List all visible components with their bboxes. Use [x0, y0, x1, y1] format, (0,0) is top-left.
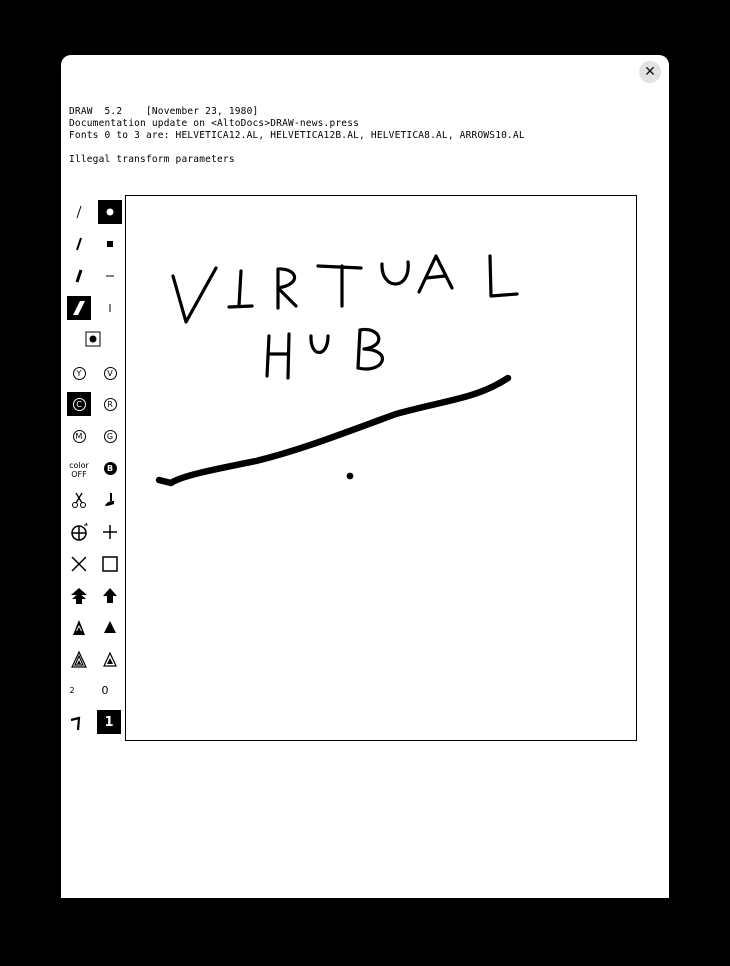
stroke-letter-6b	[424, 274, 447, 280]
stroke-letter-7	[488, 254, 519, 298]
brush-m-label: M	[72, 429, 86, 443]
double-arrow-up-icon[interactable]	[67, 584, 91, 608]
stroke-letter-2b	[227, 304, 254, 309]
brush-v-option[interactable]: V	[98, 361, 122, 385]
font-one-label: 1	[104, 714, 114, 730]
stroke-letter-8a	[265, 334, 271, 378]
fonts-line: Fonts 0 to 3 are: HELVETICA12.AL, HELVET…	[69, 130, 525, 141]
line-width-2-tool[interactable]	[67, 232, 91, 256]
brush-c-label: C	[72, 397, 86, 411]
dot-brush-tool[interactable]	[81, 327, 105, 351]
crosshair-circle-icon[interactable]	[67, 520, 91, 544]
brush-b-label: B	[103, 461, 117, 475]
font-zero-label: 0	[101, 683, 109, 697]
corner-angle-icon[interactable]	[65, 711, 89, 735]
arrow-up-icon[interactable]	[98, 584, 122, 608]
triangle-icon[interactable]	[98, 616, 122, 640]
stroke-letter-8b	[286, 332, 291, 380]
font-one-option[interactable]: 1	[97, 710, 121, 734]
brush-y-label: Y	[72, 366, 86, 380]
plus-icon[interactable]	[98, 520, 122, 544]
stroke-letter-4a	[316, 264, 363, 270]
vertical-brush-tool[interactable]	[98, 296, 122, 320]
stroke-dot	[346, 472, 354, 480]
drawing-canvas[interactable]	[125, 195, 637, 741]
brush-g-option[interactable]: G	[98, 424, 122, 448]
nested-triangle-icon[interactable]	[67, 648, 91, 672]
stroke-letter-9	[309, 334, 330, 355]
close-icon[interactable]: ✕	[639, 61, 661, 83]
stroke-letter-10	[356, 327, 384, 371]
brush-icon[interactable]	[98, 488, 122, 512]
scissors-icon[interactable]	[67, 488, 91, 512]
font-small-option[interactable]: 2	[60, 678, 84, 702]
brush-b-option[interactable]: B	[98, 456, 122, 480]
brush-v-label: V	[103, 366, 117, 380]
round-brush-tool[interactable]	[98, 200, 122, 224]
double-triangle-icon[interactable]	[67, 616, 91, 640]
line-width-3-tool[interactable]	[67, 264, 91, 288]
color-state: OFF	[71, 470, 87, 479]
brush-c-option[interactable]: C	[67, 392, 91, 416]
square-brush-tool[interactable]	[98, 232, 122, 256]
brush-m-option[interactable]: M	[67, 424, 91, 448]
color-label: color	[69, 461, 89, 470]
square-outline-icon[interactable]	[98, 552, 122, 576]
x-delete-icon[interactable]	[67, 552, 91, 576]
line-width-4-tool[interactable]	[67, 296, 91, 320]
stroke-letter-1	[171, 266, 218, 324]
horizontal-brush-tool[interactable]	[98, 264, 122, 288]
version-line: DRAW 5.2 [November 23, 1980]	[69, 106, 259, 117]
stroke-letter-5	[380, 260, 410, 286]
font-zero-option[interactable]: 0	[93, 678, 117, 702]
font-small-label: 2	[69, 685, 75, 695]
docs-line: Documentation update on <AltoDocs>DRAW-n…	[69, 118, 360, 129]
brush-r-option[interactable]: R	[98, 392, 122, 416]
triangle-outline-icon[interactable]	[98, 648, 122, 672]
line-width-1-tool[interactable]	[67, 200, 91, 224]
canvas-drawing	[155, 254, 519, 487]
stroke-letter-2	[237, 269, 243, 308]
color-toggle[interactable]: color OFF	[64, 458, 94, 482]
stroke-underline	[155, 374, 512, 487]
status-message: Illegal transform parameters	[69, 154, 235, 165]
brush-r-label: R	[103, 397, 117, 411]
brush-g-label: G	[103, 429, 117, 443]
brush-y-option[interactable]: Y	[67, 361, 91, 385]
stroke-letter-6	[417, 254, 454, 294]
stroke-letter-3	[276, 267, 298, 310]
